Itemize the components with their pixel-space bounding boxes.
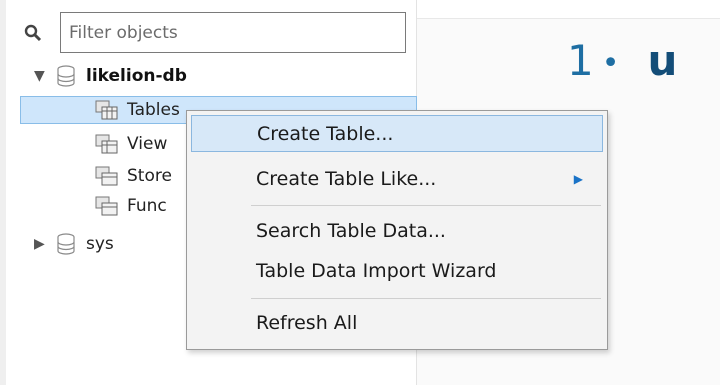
editor-top-strip: [417, 0, 720, 19]
menu-item-search-table-data[interactable]: Search Table Data...: [191, 212, 603, 249]
menu-item-label: Create Table Like...: [256, 167, 437, 190]
menu-separator: [251, 298, 601, 299]
table-group-icon: [95, 100, 118, 120]
expand-triangle-icon[interactable]: ▼: [34, 68, 50, 84]
menu-item-label: Search Table Data...: [256, 219, 446, 242]
schema-label: sys: [86, 234, 114, 254]
collapse-triangle-icon[interactable]: ▶: [34, 236, 50, 252]
tree-item-label: Func: [127, 196, 167, 216]
search-icon: [24, 24, 42, 42]
table-group-icon: [95, 134, 118, 154]
menu-item-create-table[interactable]: Create Table...: [191, 115, 603, 152]
tree-item-stored-procedures[interactable]: Store: [95, 162, 172, 190]
filter-objects-input[interactable]: [60, 12, 406, 53]
menu-item-create-table-like[interactable]: Create Table Like... ▶: [191, 160, 603, 197]
schema-row-sys[interactable]: ▶ sys: [34, 230, 114, 258]
heading-number: 1: [567, 36, 594, 85]
context-menu: Create Table... Create Table Like... ▶ S…: [186, 110, 608, 350]
tree-item-label: View: [127, 134, 168, 154]
welcome-heading: 1 • u: [567, 36, 677, 85]
menu-item-table-data-import-wizard[interactable]: Table Data Import Wizard: [191, 252, 603, 289]
table-group-icon: [95, 166, 118, 186]
database-icon: [57, 233, 75, 255]
schema-label: likelion-db: [86, 66, 187, 86]
menu-separator: [251, 205, 601, 206]
heading-bullet: •: [601, 46, 620, 81]
tree-item-label: Store: [127, 166, 172, 186]
schema-row-likelion-db[interactable]: ▼ likelion-db: [34, 62, 187, 90]
menu-item-label: Table Data Import Wizard: [256, 259, 497, 282]
panel-edge: [0, 0, 6, 385]
menu-item-label: Create Table...: [257, 122, 394, 145]
tree-item-label: Tables: [127, 100, 180, 120]
heading-letter: u: [647, 36, 678, 85]
submenu-arrow-icon: ▶: [573, 171, 583, 186]
database-icon: [57, 65, 75, 87]
menu-item-refresh-all[interactable]: Refresh All: [191, 304, 603, 341]
tree-item-functions[interactable]: Func: [95, 192, 167, 220]
menu-item-label: Refresh All: [256, 311, 358, 334]
tree-item-views[interactable]: View: [95, 130, 167, 158]
table-group-icon: [95, 196, 118, 216]
